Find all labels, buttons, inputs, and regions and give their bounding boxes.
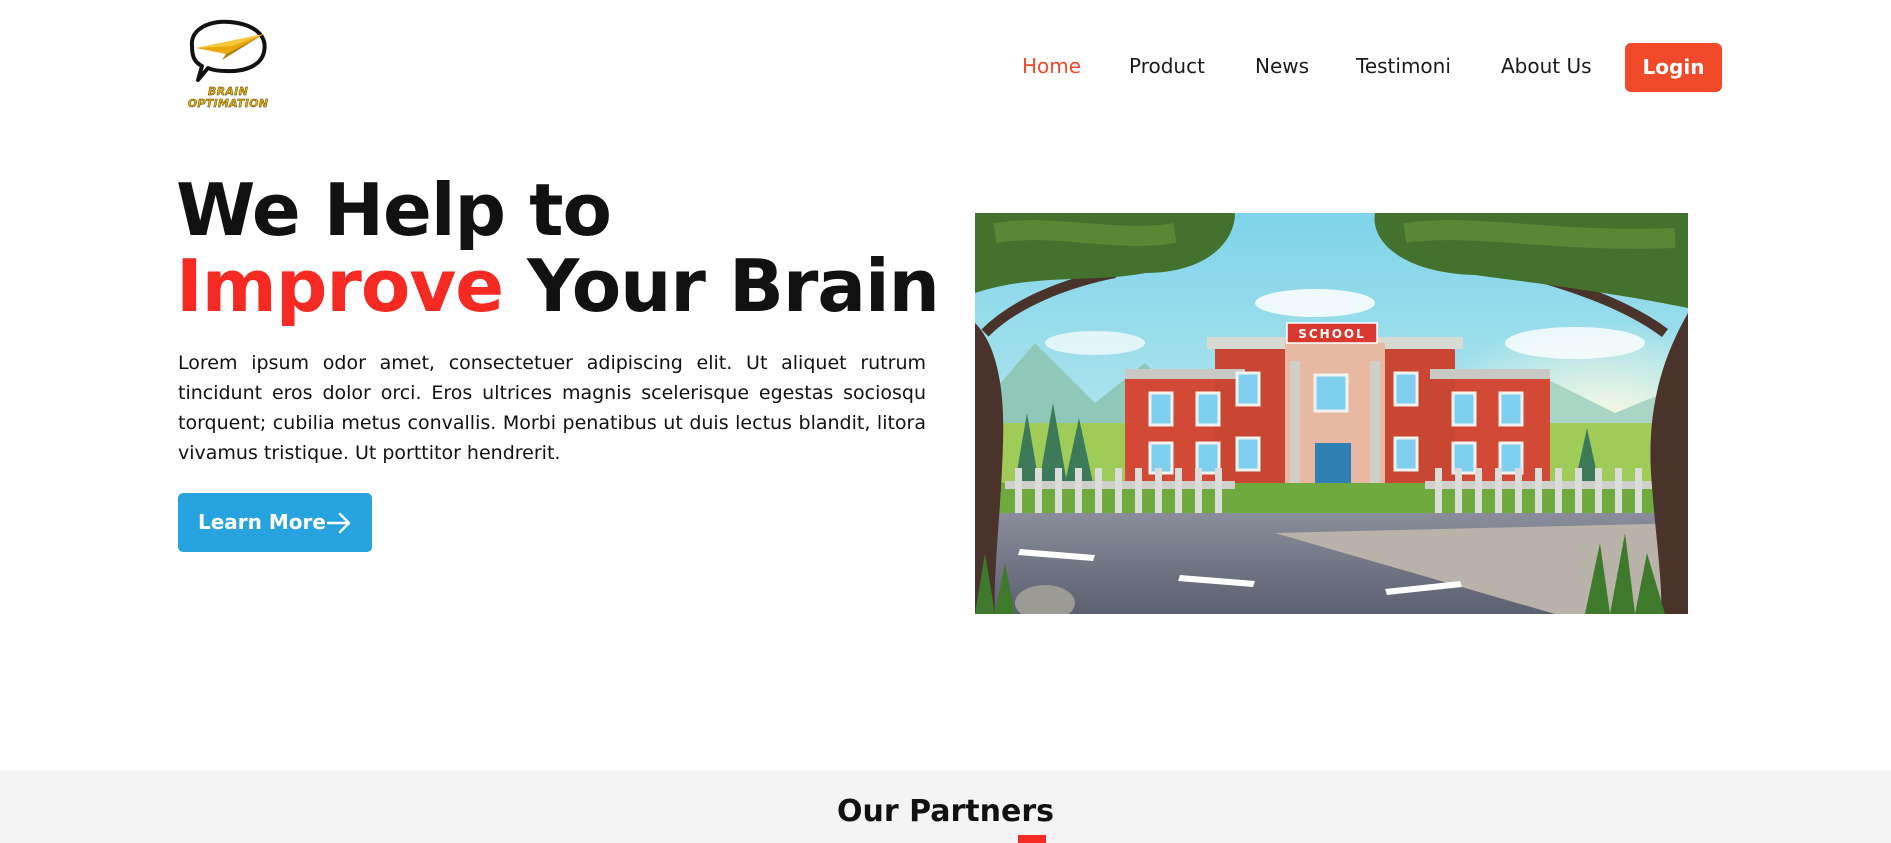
site-header: BRAIN OPTIMATION Home Product News Testi… (0, 0, 1891, 135)
speech-bubble-plane-icon (189, 19, 267, 82)
partners-title-underline (1018, 835, 1046, 843)
hero-description: Lorem ipsum odor amet, consectetuer adip… (178, 352, 926, 464)
partners-title: Our Partners (836, 794, 1055, 829)
nav-home[interactable]: Home (1022, 53, 1081, 79)
nav-testimoni[interactable]: Testimoni (1356, 53, 1451, 79)
logo-text-line2: OPTIMATION (187, 97, 269, 110)
nav-news[interactable]: News (1255, 53, 1309, 79)
hero-school-illustration: SCHOOL (975, 213, 1688, 614)
school-illustration-svg: SCHOOL (975, 213, 1688, 614)
login-button[interactable]: Login (1625, 43, 1722, 92)
partners-section: Our Partners (0, 770, 1891, 843)
arrow-right-icon (326, 512, 351, 534)
learn-more-button[interactable]: Learn More (178, 493, 372, 552)
hero-title-line1: We Help to (176, 168, 612, 252)
hero-title-rest: Your Brain (503, 244, 940, 328)
nav-about-us[interactable]: About Us (1501, 53, 1592, 79)
brand-logo[interactable]: BRAIN OPTIMATION (182, 16, 274, 120)
nav-product[interactable]: Product (1129, 53, 1205, 79)
learn-more-label: Learn More (198, 510, 326, 534)
hero-title: We Help to Improve Your Brain (176, 172, 956, 324)
school-sign-text: SCHOOL (1298, 327, 1366, 341)
hero-title-accent: Improve (176, 244, 504, 328)
